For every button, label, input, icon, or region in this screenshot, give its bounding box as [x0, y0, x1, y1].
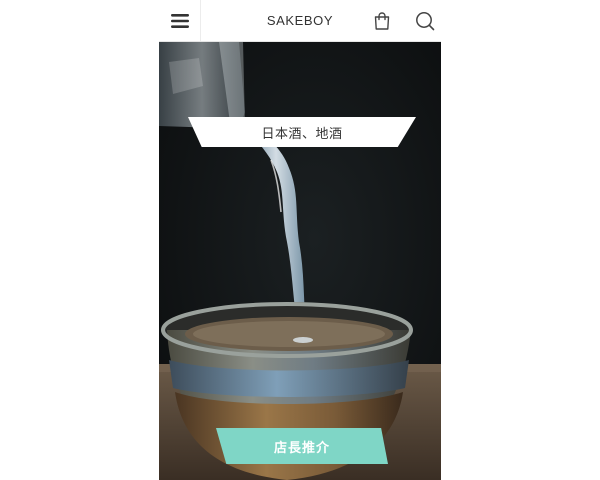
cart-button[interactable] [371, 10, 393, 32]
hero-image [159, 42, 441, 480]
brand-bar: SAKEBOY [159, 0, 441, 41]
search-button[interactable] [414, 10, 436, 32]
brand-name[interactable]: SAKEBOY [267, 13, 333, 28]
top-navigation-bar: SAKEBOY [159, 0, 441, 42]
search-icon [416, 12, 435, 31]
sake-pour-photo [159, 42, 441, 480]
featured-products-button[interactable]: 店長推介 [216, 428, 388, 464]
mobile-viewport: SAKEBOY 日本酒、地酒 店長推介 [159, 0, 441, 480]
hero-title-banner: 日本酒、地酒 [188, 117, 416, 147]
shopping-bag-icon [374, 12, 390, 30]
